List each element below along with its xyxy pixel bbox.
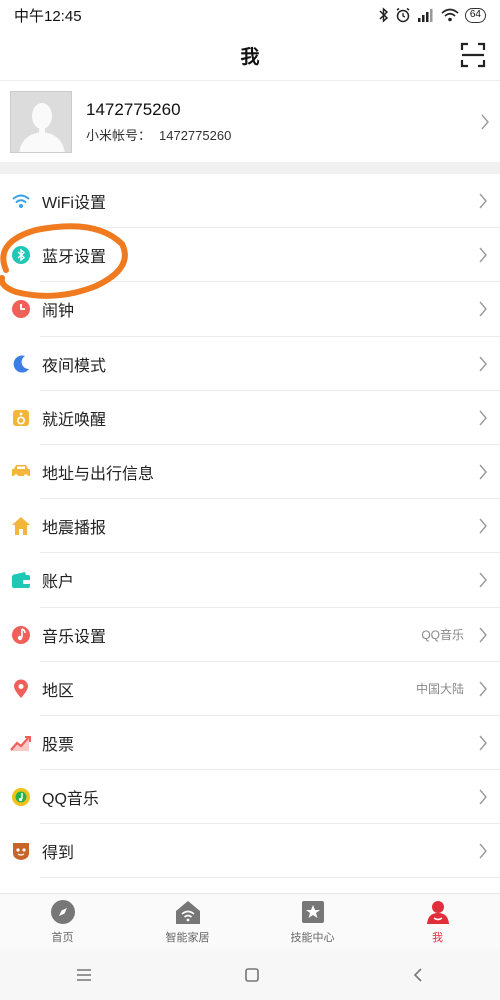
bottom-tab-bar: 首页 智能家居 技能中心 我 bbox=[0, 893, 500, 950]
menu-item-qq-music[interactable]: QQ音乐 bbox=[0, 770, 500, 825]
compass-icon bbox=[50, 900, 75, 924]
home-square-icon[interactable] bbox=[244, 967, 260, 983]
location-icon bbox=[10, 678, 32, 700]
bluetooth-icon bbox=[10, 244, 32, 266]
account-id: 1472775260 bbox=[159, 127, 232, 143]
battery-icon: 64 bbox=[464, 7, 486, 23]
menu-item-region[interactable]: 地区 中国大陆 bbox=[0, 662, 500, 717]
chevron-right-icon bbox=[479, 735, 487, 751]
qqmusic-icon bbox=[10, 786, 32, 808]
chevron-right-icon bbox=[479, 572, 487, 588]
menu-item-account[interactable]: 账户 bbox=[0, 553, 500, 608]
menu-item-value: 中国大陆 bbox=[415, 682, 464, 697]
menu-item-label: WiFi设置 bbox=[42, 195, 106, 213]
menu-item-label: 股票 bbox=[42, 736, 75, 754]
avatar[interactable] bbox=[10, 90, 72, 153]
menu-item-label: 闹钟 bbox=[42, 303, 75, 321]
chevron-right-icon bbox=[479, 193, 487, 209]
tab-label: 智能家居 bbox=[165, 932, 210, 944]
tab-label: 首页 bbox=[51, 932, 74, 944]
menu-item-label: 就近唤醒 bbox=[42, 411, 107, 429]
chevron-right-icon bbox=[479, 464, 487, 480]
chevron-right-icon bbox=[479, 789, 487, 805]
smart-home-icon bbox=[175, 901, 200, 924]
tab-me[interactable]: 我 bbox=[375, 894, 500, 950]
chevron-right-icon bbox=[479, 247, 487, 263]
menu-item-stocks[interactable]: 股票 bbox=[0, 716, 500, 771]
menu-item-label: 地区 bbox=[42, 682, 75, 700]
system-navigation-bar bbox=[0, 950, 500, 1000]
speaker-icon bbox=[10, 407, 32, 429]
menu-icon[interactable] bbox=[76, 968, 92, 982]
menu-item-label: 账户 bbox=[42, 574, 75, 592]
scan-icon[interactable] bbox=[460, 42, 486, 68]
menu-item-address-travel[interactable]: 地址与出行信息 bbox=[0, 445, 500, 500]
stock-icon bbox=[10, 732, 32, 754]
menu-item-label: 地震播报 bbox=[42, 520, 107, 538]
menu-item-value: QQ音乐 bbox=[421, 628, 464, 643]
chevron-right-icon bbox=[479, 681, 487, 697]
tab-label: 技能中心 bbox=[290, 932, 335, 944]
wifi-status-icon bbox=[441, 8, 459, 22]
back-icon[interactable] bbox=[412, 967, 424, 983]
alarm-icon bbox=[10, 298, 32, 320]
menu-item-wifi[interactable]: WiFi设置 bbox=[0, 174, 500, 229]
chevron-right-icon bbox=[479, 302, 487, 317]
account-label: 小米帐号： bbox=[86, 127, 152, 143]
signal-icon bbox=[417, 9, 433, 22]
music-icon bbox=[10, 624, 32, 646]
chevron-right-icon bbox=[481, 114, 489, 129]
menu-item-label: 得到 bbox=[42, 845, 75, 863]
skill-star-icon bbox=[301, 901, 324, 923]
chevron-right-icon bbox=[479, 518, 487, 534]
menu-item-nearby-wake[interactable]: 就近唤醒 bbox=[0, 391, 500, 446]
chevron-right-icon bbox=[479, 627, 487, 643]
tab-skills[interactable]: 技能中心 bbox=[250, 894, 375, 950]
menu-item-dedao[interactable]: 得到 bbox=[0, 824, 500, 879]
chevron-right-icon bbox=[479, 843, 487, 859]
wifi-icon bbox=[10, 190, 32, 212]
chevron-right-icon bbox=[479, 356, 487, 372]
dedao-icon bbox=[10, 840, 32, 862]
tab-home[interactable]: 首页 bbox=[0, 894, 125, 950]
menu-item-alarm[interactable]: 闹钟 bbox=[0, 282, 500, 337]
menu-item-label: 夜间模式 bbox=[42, 357, 107, 375]
page-title: 我 bbox=[240, 46, 260, 68]
section-divider bbox=[0, 162, 500, 174]
user-icon bbox=[426, 901, 449, 924]
status-time: 中午12:45 bbox=[14, 7, 82, 25]
menu-item-bluetooth[interactable]: 蓝牙设置 bbox=[0, 228, 500, 283]
house-icon bbox=[10, 515, 32, 537]
status-bar: 中午12:45 64 bbox=[0, 0, 500, 30]
avatar-placeholder-icon bbox=[11, 91, 71, 152]
chevron-right-icon bbox=[479, 410, 487, 426]
menu-item-label: QQ音乐 bbox=[42, 791, 99, 809]
menu-item-earthquake[interactable]: 地震播报 bbox=[0, 499, 500, 554]
profile-row[interactable]: 1472775260 小米帐号： 1472775260 bbox=[0, 80, 500, 162]
bluetooth-status-icon bbox=[379, 7, 388, 23]
car-icon bbox=[10, 461, 32, 483]
alarm-status-icon bbox=[396, 7, 410, 23]
status-icons: 64 bbox=[379, 7, 486, 23]
settings-list: WiFi设置 蓝牙设置 闹钟 夜间模式 就近唤醒 地址与出行信息 地震播报 账户… bbox=[0, 174, 500, 879]
menu-item-label: 地址与出行信息 bbox=[42, 466, 155, 484]
profile-account: 小米帐号： 1472775260 bbox=[86, 125, 480, 144]
menu-item-label: 蓝牙设置 bbox=[42, 249, 107, 267]
title-bar: 我 bbox=[0, 30, 500, 80]
moon-icon bbox=[10, 353, 32, 375]
profile-name: 1472775260 bbox=[86, 99, 181, 119]
wallet-icon bbox=[10, 569, 32, 591]
menu-item-label: 音乐设置 bbox=[42, 628, 107, 646]
tab-label: 我 bbox=[432, 932, 443, 944]
tab-smart-home[interactable]: 智能家居 bbox=[125, 894, 250, 950]
menu-item-music-settings[interactable]: 音乐设置 QQ音乐 bbox=[0, 608, 500, 662]
menu-item-night-mode[interactable]: 夜间模式 bbox=[0, 337, 500, 391]
